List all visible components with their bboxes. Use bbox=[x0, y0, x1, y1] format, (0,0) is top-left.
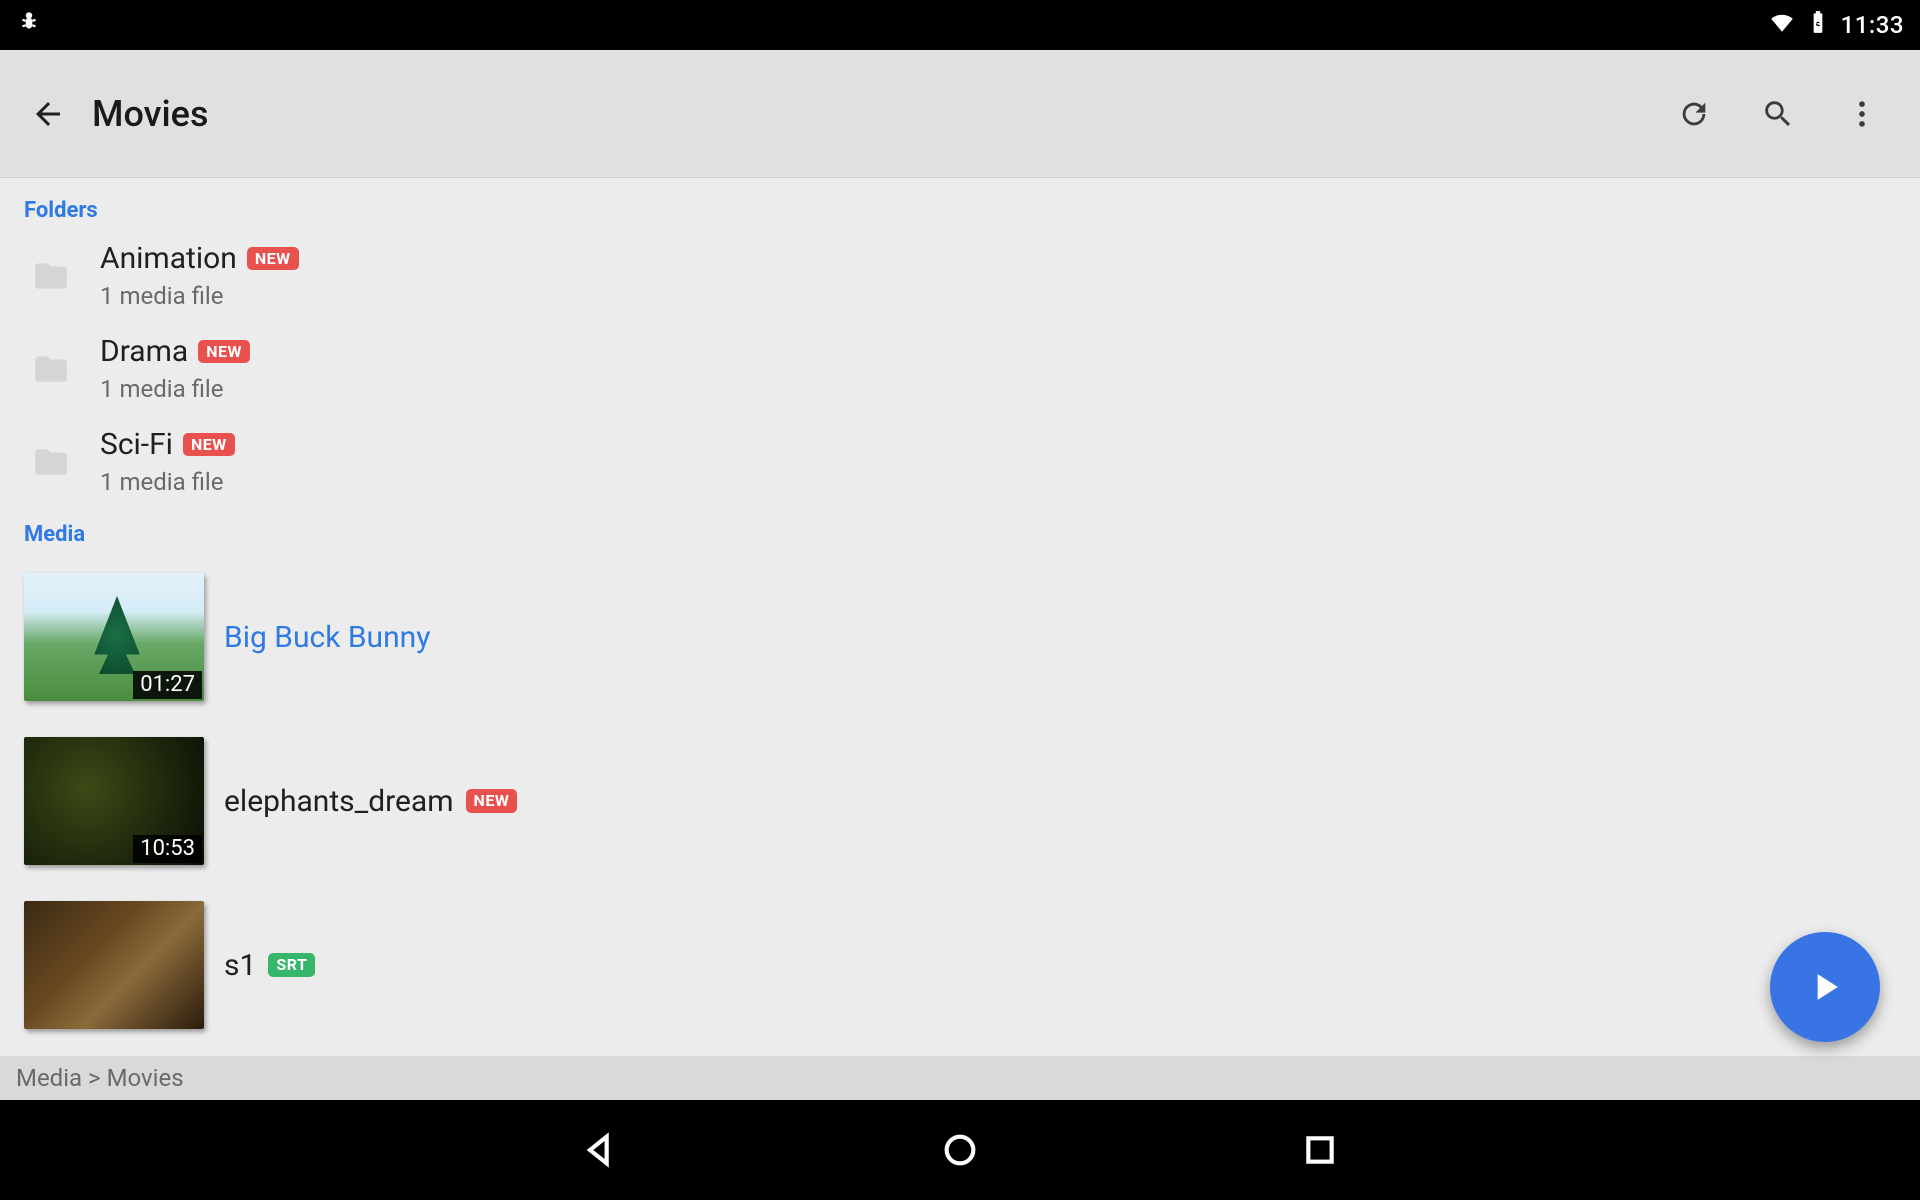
app-toolbar: Movies bbox=[0, 50, 1920, 178]
new-badge: NEW bbox=[247, 247, 299, 270]
folder-subtitle: 1 media file bbox=[100, 375, 250, 403]
folder-row[interactable]: Sci-Fi NEW 1 media file bbox=[0, 417, 1920, 510]
folder-icon bbox=[24, 441, 78, 483]
back-button[interactable] bbox=[28, 94, 68, 134]
media-title: Big Buck Bunny bbox=[224, 620, 430, 655]
media-row[interactable]: s1 SRT bbox=[0, 883, 1920, 1047]
media-title: s1 bbox=[224, 948, 256, 983]
folder-row[interactable]: Animation NEW 1 media file bbox=[0, 231, 1920, 324]
breadcrumb: Media > Movies bbox=[0, 1056, 1920, 1100]
srt-badge: SRT bbox=[268, 953, 315, 976]
media-thumbnail: 01:27 bbox=[24, 573, 204, 701]
folder-name: Animation bbox=[100, 241, 237, 276]
content-scroll[interactable]: Folders Animation NEW 1 media file bbox=[0, 178, 1920, 1056]
nav-back-button[interactable] bbox=[570, 1120, 630, 1180]
media-thumbnail bbox=[24, 901, 204, 1029]
wifi-icon bbox=[1769, 9, 1795, 41]
app-body: Movies Folders Animation bbox=[0, 50, 1920, 1100]
new-badge: NEW bbox=[198, 340, 250, 363]
page-title: Movies bbox=[92, 93, 209, 135]
section-header-media: Media bbox=[0, 510, 1920, 555]
folder-subtitle: 1 media file bbox=[100, 282, 299, 310]
new-badge: NEW bbox=[466, 789, 518, 812]
folder-name: Drama bbox=[100, 334, 188, 369]
nav-recents-button[interactable] bbox=[1290, 1120, 1350, 1180]
overflow-menu-button[interactable] bbox=[1832, 84, 1892, 144]
status-bar: 11:33 bbox=[0, 0, 1920, 50]
folder-name: Sci-Fi bbox=[100, 427, 173, 462]
folder-row[interactable]: Drama NEW 1 media file bbox=[0, 324, 1920, 417]
search-button[interactable] bbox=[1748, 84, 1808, 144]
media-duration: 01:27 bbox=[133, 671, 202, 699]
media-row[interactable]: 10:53 elephants_dream NEW bbox=[0, 719, 1920, 883]
refresh-button[interactable] bbox=[1664, 84, 1724, 144]
nav-home-button[interactable] bbox=[930, 1120, 990, 1180]
media-duration: 10:53 bbox=[133, 835, 202, 863]
media-title: elephants_dream bbox=[224, 784, 454, 819]
play-fab[interactable] bbox=[1770, 932, 1880, 1042]
folder-subtitle: 1 media file bbox=[100, 468, 235, 496]
folder-icon bbox=[24, 348, 78, 390]
folder-icon bbox=[24, 255, 78, 297]
media-row[interactable]: 01:27 Big Buck Bunny bbox=[0, 555, 1920, 719]
media-thumbnail: 10:53 bbox=[24, 737, 204, 865]
status-clock: 11:33 bbox=[1841, 11, 1904, 39]
new-badge: NEW bbox=[183, 433, 235, 456]
system-nav-bar bbox=[0, 1100, 1920, 1200]
debug-icon bbox=[16, 9, 42, 41]
battery-charging-icon bbox=[1805, 9, 1831, 41]
section-header-folders: Folders bbox=[0, 186, 1920, 231]
